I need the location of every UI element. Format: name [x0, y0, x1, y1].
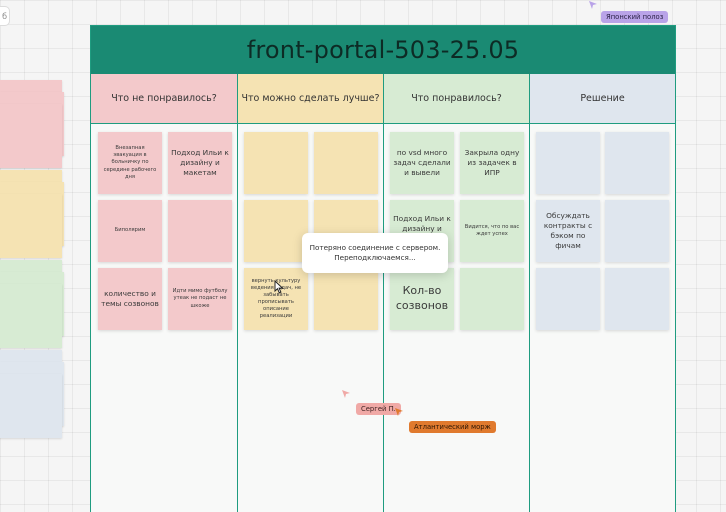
- column-improve: Что можно сделать лучше? вернуть культур…: [238, 74, 384, 512]
- sticky-note[interactable]: Подход Ильи к дизайну и макетам: [168, 132, 232, 194]
- sticky-note[interactable]: количество и темы созвонов: [98, 268, 162, 330]
- sticky-note[interactable]: по vsd много задач сделали и вывели: [390, 132, 454, 194]
- remote-cursor-icon: [395, 408, 403, 416]
- sticky-note[interactable]: Внезапная эвакуация в больничку по серед…: [98, 132, 162, 194]
- board-header: front-portal-503-25.05: [91, 26, 675, 74]
- sticky-note[interactable]: [605, 268, 669, 330]
- column-dislikes: Что не понравилось? Внезапная эвакуация …: [91, 74, 238, 512]
- column-title: Что не понравилось?: [111, 93, 217, 104]
- column-likes: Что понравилось? по vsd много задач сдел…: [384, 74, 530, 512]
- column-title: Что можно сделать лучше?: [241, 93, 380, 104]
- remote-cursor-icon: [589, 1, 597, 9]
- zoom-chip[interactable]: б: [0, 6, 10, 26]
- dialog-message: Потеряно соединение с сервером.: [309, 242, 441, 252]
- side-note-stack-blue[interactable]: [0, 350, 64, 438]
- sticky-note[interactable]: Биполярим: [98, 200, 162, 262]
- sticky-note[interactable]: [536, 132, 600, 194]
- sticky-note[interactable]: вернуть культуру ведения задач, не забыв…: [244, 268, 308, 330]
- sticky-note[interactable]: [168, 200, 232, 262]
- remote-cursor-label: Атлантический морж: [409, 421, 496, 433]
- sticky-note[interactable]: Обсуждать контракты с бэком по фичам: [536, 200, 600, 262]
- sticky-note[interactable]: [460, 268, 524, 330]
- sticky-note[interactable]: Закрыла одну из задачек в ИПР: [460, 132, 524, 194]
- column-decision: Решение Обсуждать контракты с бэком по ф…: [530, 74, 675, 512]
- sticky-note[interactable]: [536, 268, 600, 330]
- dialog-status: Переподключаемся...: [334, 253, 416, 262]
- column-header[interactable]: Что понравилось?: [384, 74, 529, 124]
- board-title[interactable]: front-portal-503-25.05: [247, 36, 520, 64]
- sticky-note[interactable]: [314, 132, 378, 194]
- column-header[interactable]: Что не понравилось?: [91, 74, 237, 124]
- side-note-stack-green[interactable]: [0, 260, 64, 348]
- mouse-pointer-icon: [274, 280, 284, 294]
- sticky-note[interactable]: Идти мимо футболу утеак не подаст не шко…: [168, 268, 232, 330]
- remote-cursor-label: Японский полоз: [601, 11, 669, 23]
- column-header[interactable]: Что можно сделать лучше?: [238, 74, 383, 124]
- column-title: Решение: [580, 93, 625, 104]
- sticky-note[interactable]: [605, 132, 669, 194]
- column-header[interactable]: Решение: [530, 74, 675, 124]
- sticky-note[interactable]: [244, 132, 308, 194]
- sticky-note[interactable]: [314, 268, 378, 330]
- connection-lost-dialog: Потеряно соединение с сервером. Переподк…: [302, 233, 448, 273]
- sticky-note[interactable]: Видится, что по вас ждет успех: [460, 200, 524, 262]
- remote-cursor-icon: [342, 390, 350, 398]
- column-title: Что понравилось?: [411, 93, 502, 104]
- side-note-stack-pink[interactable]: [0, 80, 64, 168]
- side-note-stack-yellow[interactable]: [0, 170, 64, 258]
- sticky-note[interactable]: Кол-во созвонов: [390, 268, 454, 330]
- sticky-note[interactable]: [244, 200, 308, 262]
- sticky-note[interactable]: [605, 200, 669, 262]
